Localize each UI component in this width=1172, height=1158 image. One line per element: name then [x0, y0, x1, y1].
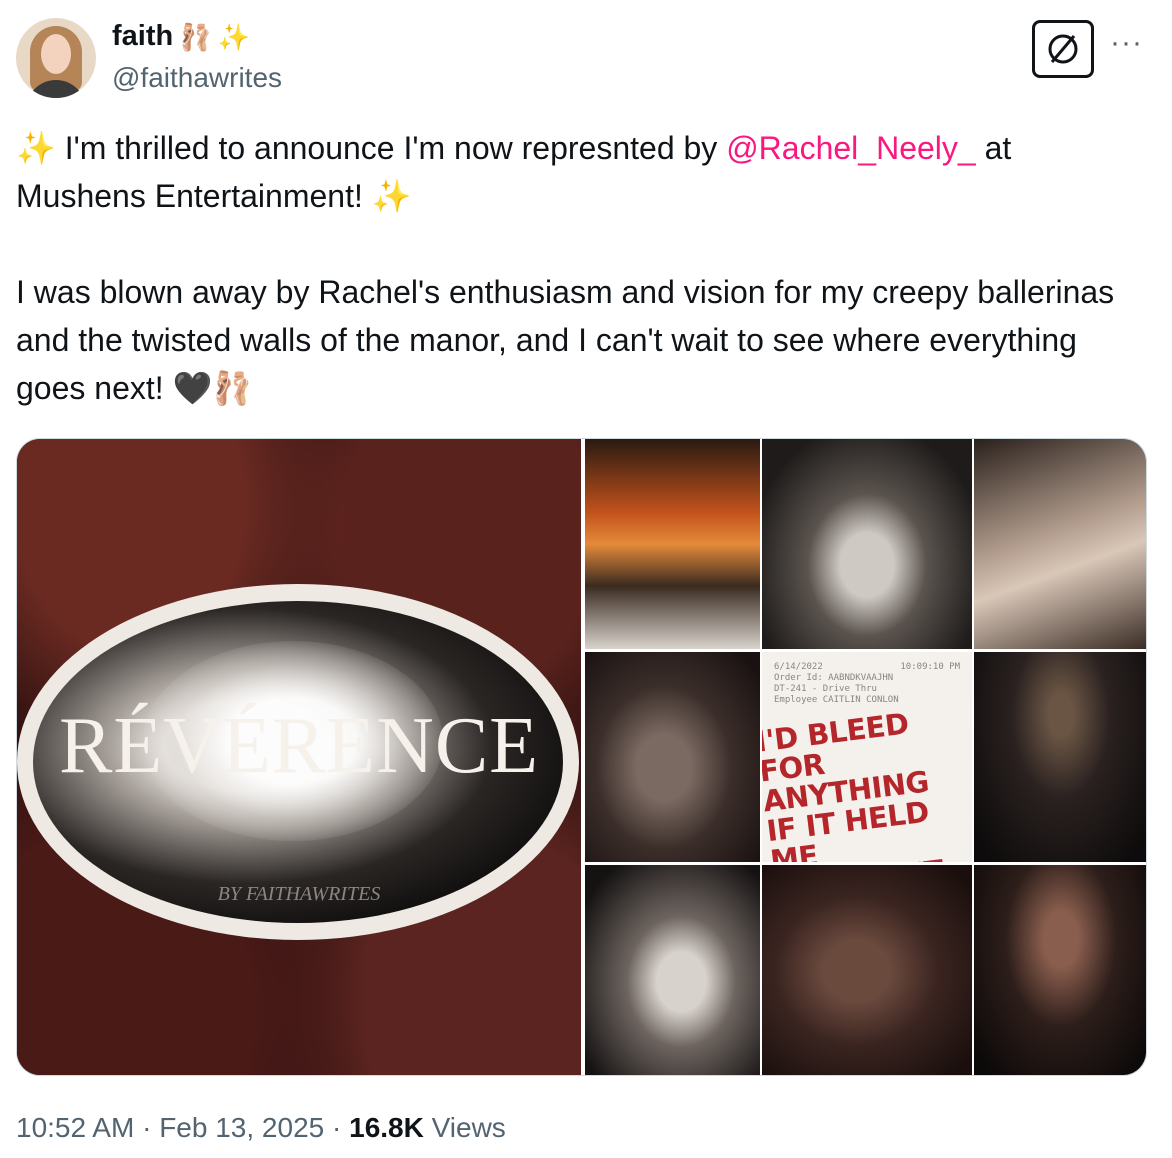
- moodboard-hand-on-face[interactable]: [762, 865, 972, 1075]
- tweet-paragraph-1: ✨ I'm thrilled to announce I'm now repre…: [16, 124, 1136, 220]
- sparkles-emoji: ✨: [217, 21, 250, 52]
- author-handle[interactable]: @faithawrites: [112, 62, 282, 94]
- views-count: 16.8K: [349, 1112, 424, 1143]
- moodboard-dancers-group[interactable]: [585, 865, 760, 1075]
- moodboard-slip-dress[interactable]: [974, 439, 1146, 649]
- black-heart-emoji: 🖤: [172, 370, 213, 406]
- handwritten-quote: I'D BLEED FOR ANYTHING IF IT HELD ME THE…: [762, 702, 972, 862]
- sparkles-emoji: ✨: [16, 130, 56, 166]
- cover-byline: BY FAITHAWRITES: [217, 883, 381, 905]
- sparkles-emoji: ✨: [371, 178, 412, 214]
- receipt-line: DT-241 - Drive Thru: [774, 684, 877, 694]
- mention-link[interactable]: @Rachel_Neely_: [726, 130, 976, 166]
- moodboard-face-in-water[interactable]: [585, 652, 760, 862]
- cover-title: RÉVÉRENCE: [58, 702, 540, 790]
- meta-separator: ·: [134, 1112, 160, 1143]
- ballet-shoes-emoji: 🩰: [179, 21, 212, 52]
- tweet-date[interactable]: Feb 13, 2025: [159, 1112, 324, 1143]
- author-name-row[interactable]: faith 🩰 ✨: [112, 20, 250, 53]
- views-label: Views: [423, 1112, 506, 1143]
- tweet-text-segment: I'm thrilled to announce I'm now represn…: [55, 130, 727, 166]
- moodboard-ballet-class[interactable]: [762, 439, 972, 649]
- tweet-meta: 10:52 AM · Feb 13, 2025 · 16.8K Views: [16, 1112, 506, 1144]
- receipt-order: Order Id: AABNDKVAAJHN: [774, 673, 894, 683]
- author-display-name[interactable]: faith: [112, 20, 173, 53]
- moodboard-burning-manor[interactable]: [585, 439, 760, 649]
- tweet-paragraph-2: I was blown away by Rachel's enthusiasm …: [16, 268, 1136, 412]
- meta-separator: ·: [324, 1112, 350, 1143]
- receipt-time: 10:09:10 PM: [900, 662, 960, 672]
- receipt-header: 6/14/2022 10:09:10 PM Order Id: AABNDKVA…: [774, 662, 960, 706]
- tweet-text: ✨ I'm thrilled to announce I'm now repre…: [16, 124, 1136, 412]
- ballet-shoes-emoji: 🩰: [212, 370, 253, 406]
- book-cover-image[interactable]: RÉVÉRENCE BY FAITHAWRITES: [17, 439, 581, 1075]
- moodboard-dark-hair[interactable]: [974, 865, 1146, 1075]
- moodboard-receipt-quote[interactable]: 6/14/2022 10:09:10 PM Order Id: AABNDKVA…: [762, 652, 972, 862]
- moodboard-ballroom-leap[interactable]: [974, 652, 1146, 862]
- slashed-circle-button[interactable]: [1032, 20, 1094, 78]
- tweet-media[interactable]: RÉVÉRENCE BY FAITHAWRITES 6/14/2022 10:0…: [16, 438, 1147, 1076]
- avatar-face: [41, 34, 71, 74]
- tweet-time[interactable]: 10:52 AM: [16, 1112, 134, 1143]
- more-options-icon[interactable]: ···: [1110, 28, 1143, 58]
- slashed-circle-icon: [1048, 34, 1078, 64]
- author-avatar[interactable]: [16, 18, 96, 98]
